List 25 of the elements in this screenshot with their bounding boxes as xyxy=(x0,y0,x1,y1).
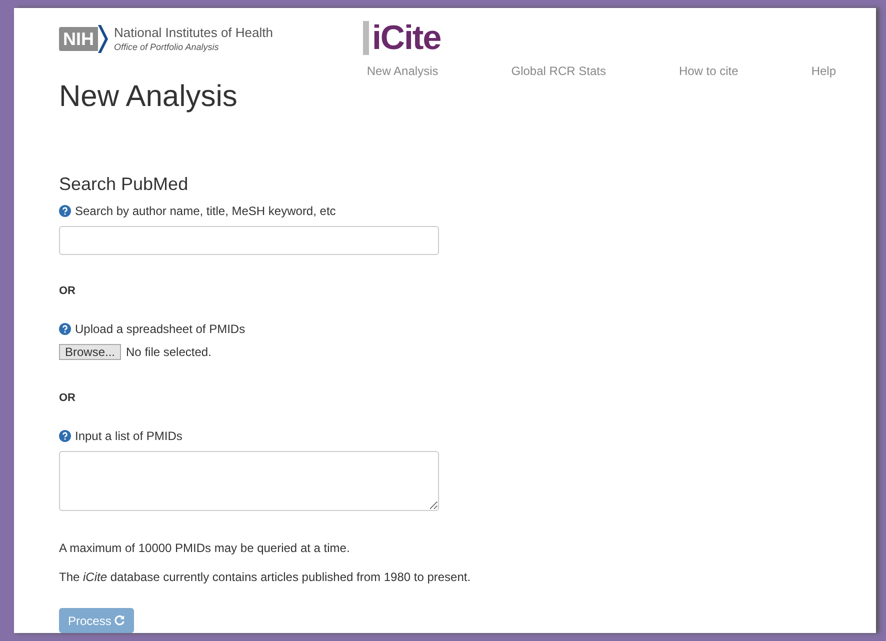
separator-label: OR xyxy=(59,284,76,300)
app-logo: iCite xyxy=(362,21,441,55)
note-text: The iCite database currently contains articles published from 1980 to present. xyxy=(59,569,472,586)
file-status: No file selected. xyxy=(126,344,212,361)
help-icon[interactable] xyxy=(59,322,71,335)
field-label: Upload a spreadsheet of PMIDs xyxy=(75,320,246,338)
logo-badge: NIH xyxy=(59,27,98,51)
nav-link[interactable]: How to cite xyxy=(678,62,738,80)
nav-link[interactable]: New Analysis xyxy=(366,62,438,80)
org-name: National Institutes of Health xyxy=(114,25,273,42)
search-field[interactable] xyxy=(59,226,439,256)
field-label: Input a list of PMIDs xyxy=(75,428,182,446)
refresh-icon xyxy=(114,615,126,626)
section-title: Search PubMed xyxy=(59,173,190,196)
field-label: Search by author name, title, MeSH keyword, etc xyxy=(75,203,336,220)
browse-button[interactable]: Browse... xyxy=(59,344,122,360)
note-text: A maximum of 10000 PMIDs may be queried at a time. xyxy=(59,540,351,558)
nav-link[interactable]: Global RCR Stats xyxy=(511,62,606,80)
chevron-icon xyxy=(98,25,108,53)
page-title: New Analysis xyxy=(59,79,238,116)
help-icon[interactable] xyxy=(59,430,71,442)
separator-label: OR xyxy=(59,390,76,406)
office-name: Office of Portfolio Analysis xyxy=(114,42,220,53)
nav-link[interactable]: Help xyxy=(811,62,836,80)
help-icon[interactable] xyxy=(59,205,71,218)
